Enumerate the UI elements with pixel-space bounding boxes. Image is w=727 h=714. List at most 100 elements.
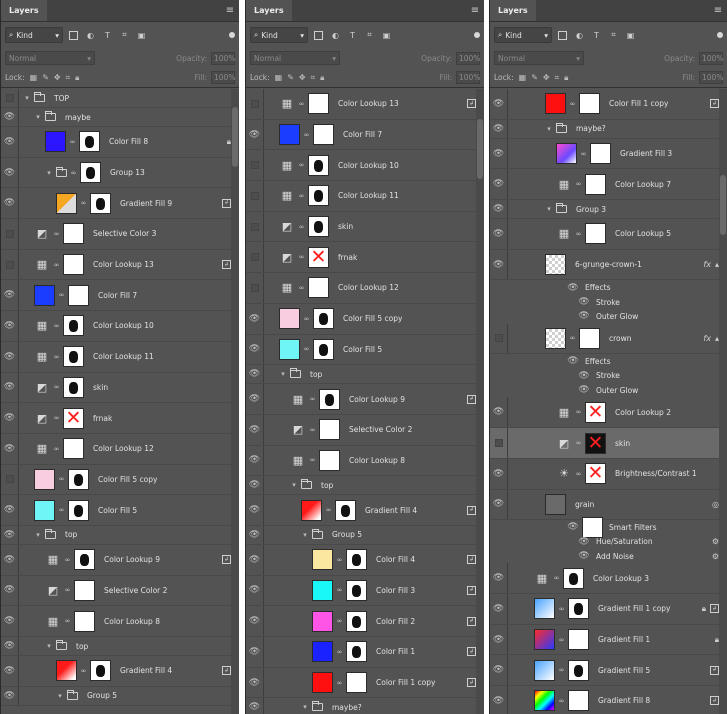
layer-mask-thumbnail[interactable]: ✕ <box>585 432 606 454</box>
layer-mask-thumbnail[interactable] <box>90 192 111 214</box>
link-icon[interactable]: ∞ <box>575 470 582 478</box>
layer-mask-thumbnail[interactable] <box>346 672 367 694</box>
layer-row[interactable]: 👁︎ ◩ ∞ Selective Color 2 <box>246 414 484 446</box>
layer-mask-thumbnail[interactable] <box>63 254 84 276</box>
visibility-eye-icon[interactable]: 👁︎ <box>246 667 264 698</box>
layer-row[interactable]: 👁︎ ∞ Color Fill 1 ↲ <box>246 637 484 668</box>
layer-name[interactable]: crown <box>609 334 632 343</box>
layer-name[interactable]: Color Fill 8 <box>109 137 148 146</box>
visibility-eye-icon[interactable]: 👁︎ <box>1 686 19 705</box>
layer-name[interactable]: 6-grunge-crown-1 <box>575 260 642 269</box>
type-filter-icon[interactable]: T <box>101 29 114 42</box>
layers-tab[interactable]: Layers <box>246 0 292 21</box>
smart-object-filter-icon[interactable]: ▣ <box>135 29 148 42</box>
visibility-eye-icon[interactable]: 👁︎ <box>578 309 590 323</box>
link-icon[interactable]: ∞ <box>298 161 305 169</box>
link-icon[interactable]: ∞ <box>558 697 565 705</box>
layer-row[interactable]: 👁︎ ∞ Gradient Fill 4 ↲ <box>246 495 484 526</box>
layer-row[interactable]: 👁︎ ▦ ∞ Color Lookup 8 <box>1 606 239 637</box>
layer-name[interactable]: Color Lookup 10 <box>338 161 399 170</box>
layer-row[interactable]: 👁︎ ∞ Color Fill 8 🔒︎ <box>1 127 239 158</box>
layer-mask-thumbnail[interactable] <box>579 93 600 115</box>
shape-filter-icon[interactable]: ⌗ <box>118 29 131 42</box>
visibility-eye-icon[interactable]: 👁︎ <box>246 637 264 667</box>
visibility-eye-icon[interactable]: 👁︎ <box>490 249 508 280</box>
visibility-eye-icon[interactable]: 👁︎ <box>490 200 508 219</box>
layer-mask-thumbnail[interactable] <box>313 124 334 146</box>
link-icon[interactable]: ∞ <box>336 648 343 656</box>
link-icon[interactable]: ∞ <box>80 199 87 207</box>
layer-row[interactable]: 👁︎ ▦ ∞ Color Lookup 10 <box>1 311 239 342</box>
layer-group-row[interactable]: 👁︎ ▾ top <box>1 525 239 545</box>
link-icon[interactable]: ∞ <box>298 100 305 108</box>
visibility-off-box[interactable] <box>1 464 19 495</box>
layer-effect-row[interactable]: 👁︎ Effects <box>490 280 727 294</box>
adjustment-filter-icon[interactable]: ◐ <box>84 29 97 42</box>
layer-row[interactable]: 👁︎ ∞ Gradient Fill 4 ↲ <box>1 656 239 687</box>
filter-toggle-dot[interactable] <box>717 32 723 38</box>
layer-mask-thumbnail[interactable]: ✕ <box>308 246 329 268</box>
layer-name[interactable]: Color Fill 1 copy <box>609 99 668 108</box>
link-icon[interactable]: ∞ <box>575 180 582 188</box>
disclosure-arrow-icon[interactable]: ▾ <box>45 642 53 650</box>
layer-row[interactable]: 👁︎ ◩ ∞ ✕ frnak <box>1 403 239 434</box>
layer-mask-thumbnail[interactable]: ✕ <box>63 407 84 429</box>
visibility-eye-icon[interactable]: 👁︎ <box>1 495 19 525</box>
layer-row[interactable]: 👁︎ ▦ ∞ Color Lookup 8 <box>246 445 484 477</box>
layer-mask-thumbnail[interactable] <box>68 499 89 521</box>
layer-row[interactable]: 👁︎ ∞ Gradient Fill 1 🔒︎ <box>490 624 727 656</box>
layer-group-row[interactable]: 👁︎ ▾ maybe? <box>490 119 727 139</box>
visibility-eye-icon[interactable]: 👁︎ <box>1 637 19 655</box>
link-icon[interactable]: ∞ <box>298 192 305 200</box>
link-icon[interactable]: ∞ <box>298 284 305 292</box>
visibility-eye-icon[interactable]: 👁︎ <box>490 119 508 138</box>
effect-name[interactable]: Stroke <box>596 371 620 380</box>
link-icon[interactable]: ∞ <box>298 223 305 231</box>
layer-mask-thumbnail[interactable] <box>74 549 95 571</box>
link-icon[interactable]: ∞ <box>575 439 582 447</box>
layer-group-row[interactable]: 👁︎ ▾ maybe <box>1 108 239 127</box>
link-icon[interactable]: ∞ <box>303 315 310 323</box>
layer-name[interactable]: Color Fill 7 <box>343 130 382 139</box>
blend-mode-select[interactable]: Normal ▾ <box>494 51 584 65</box>
lock-transparent-icon[interactable]: ▦ <box>275 73 283 82</box>
layer-name[interactable]: Color Fill 5 copy <box>343 314 402 323</box>
visibility-eye-icon[interactable]: 👁︎ <box>490 594 508 624</box>
opacity-field[interactable]: 100% <box>211 51 235 65</box>
layer-name[interactable]: maybe? <box>332 703 362 712</box>
shape-filter-icon[interactable]: ⌗ <box>363 29 376 42</box>
lock-image-icon[interactable]: ✎ <box>287 73 294 82</box>
layer-name[interactable]: top <box>76 642 88 651</box>
layer-row[interactable]: ▦ ∞ Color Lookup 13 ↲ <box>246 89 484 120</box>
layer-name[interactable]: Color Fill 5 <box>343 345 382 354</box>
layer-row[interactable]: 👁︎ ∞ Gradient Fill 9 ↲ <box>1 188 239 220</box>
kind-filter-select[interactable]: ⌕ Kind ▾ <box>5 27 63 43</box>
layer-row[interactable]: 👁︎ ∞ Color Fill 7 <box>1 280 239 312</box>
disclosure-arrow-icon[interactable]: ▾ <box>301 703 309 711</box>
layer-mask-thumbnail[interactable] <box>346 641 367 663</box>
layer-mask-thumbnail[interactable] <box>346 610 367 632</box>
visibility-eye-icon[interactable]: 👁︎ <box>246 495 264 525</box>
layer-effect-row[interactable]: 👁︎ Smart Filters <box>490 516 727 538</box>
link-icon[interactable]: ∞ <box>53 230 60 238</box>
link-icon[interactable]: ∞ <box>69 138 76 146</box>
layer-name[interactable]: Color Lookup 9 <box>104 555 160 564</box>
link-icon[interactable]: ∞ <box>53 322 60 330</box>
layer-row[interactable]: 👁︎ ∞ Gradient Fill 5 ↲ <box>490 655 727 687</box>
layer-row[interactable]: 👁︎ ☀ ∞ ✕ Brightness/Contrast 1 <box>490 458 727 490</box>
layer-row[interactable]: 👁︎ grain ◎ <box>490 489 727 521</box>
visibility-eye-icon[interactable]: 👁︎ <box>490 686 508 714</box>
link-icon[interactable]: ∞ <box>53 445 60 453</box>
layer-row[interactable]: 👁︎ ▦ ∞ Color Lookup 5 <box>490 219 727 250</box>
layer-mask-thumbnail[interactable] <box>308 154 329 176</box>
layer-mask-thumbnail[interactable] <box>308 216 329 238</box>
layer-name[interactable]: Group 5 <box>332 530 362 539</box>
lock-position-icon[interactable]: ✥ <box>54 73 61 82</box>
link-icon[interactable]: ∞ <box>569 334 576 342</box>
link-icon[interactable]: ∞ <box>309 426 316 434</box>
layer-name[interactable]: frnak <box>338 253 357 262</box>
visibility-off-box[interactable] <box>246 211 264 242</box>
link-icon[interactable]: ∞ <box>303 131 310 139</box>
visibility-off-box[interactable] <box>246 181 264 211</box>
layer-mask-thumbnail[interactable] <box>63 315 84 337</box>
